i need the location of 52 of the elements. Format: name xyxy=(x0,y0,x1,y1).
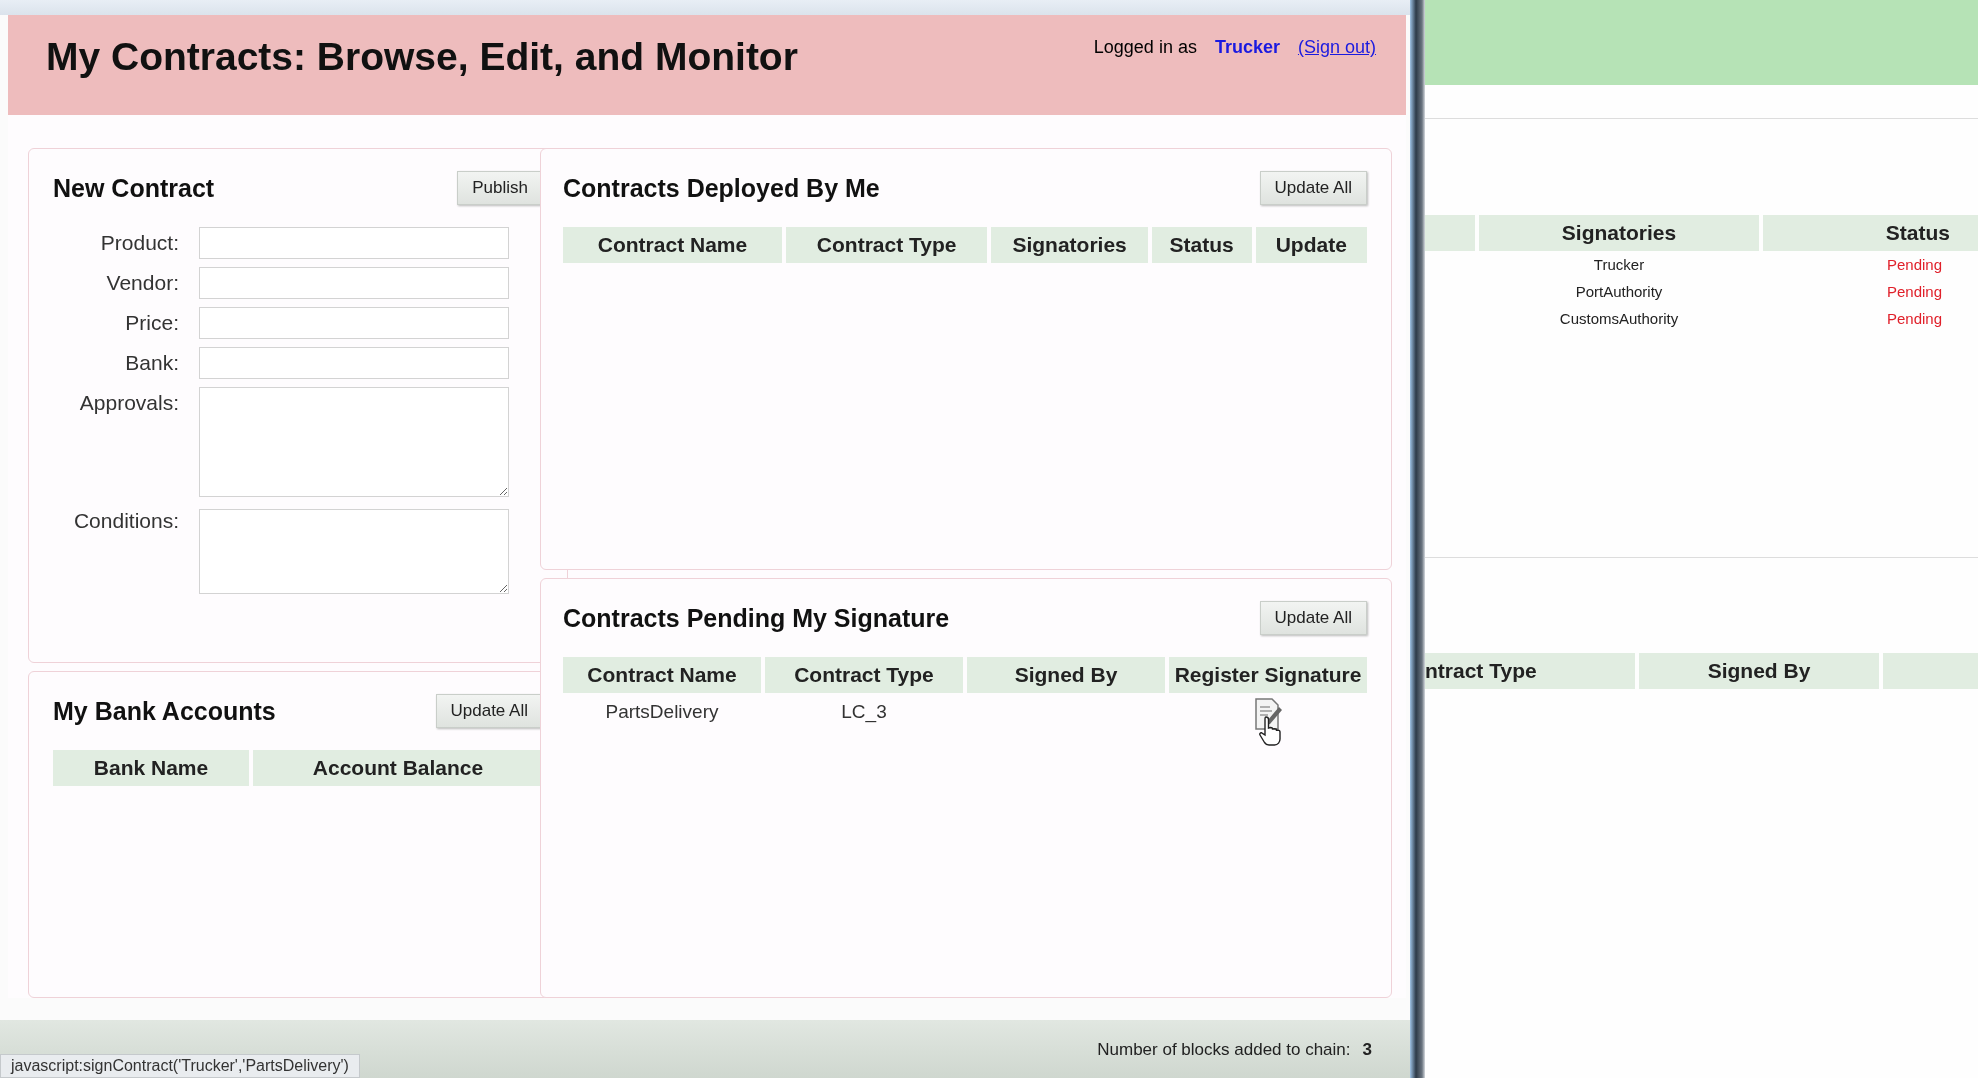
update-all-button[interactable]: Update All xyxy=(1259,601,1367,635)
input-field[interactable] xyxy=(199,227,509,259)
column-header: Update xyxy=(1255,227,1367,263)
publish-button[interactable]: Publish xyxy=(457,171,543,205)
username: Trucker xyxy=(1214,37,1280,58)
status-text: Pending xyxy=(1885,309,1943,329)
page-title: My Contracts: Browse, Edit, and Monitor xyxy=(46,35,798,79)
column-header: ntract Type xyxy=(1425,653,1635,689)
column-header: Signatories xyxy=(991,227,1148,263)
column-header: Register Signature xyxy=(1169,657,1367,693)
column-header: Bank Name xyxy=(53,750,249,786)
input-field[interactable] xyxy=(199,347,509,379)
status-text: Pending xyxy=(1885,255,1943,275)
column-header: Status xyxy=(1763,215,1978,251)
field-label: Product: xyxy=(99,230,179,255)
field-label: Approvals: xyxy=(78,390,179,415)
panel-title: New Contract xyxy=(53,173,215,203)
table-cell-text: CustomsAuthority xyxy=(1558,309,1680,329)
status-bar-url: javascript:signContract('Trucker','PartsDelivery') xyxy=(0,1054,360,1078)
sign-out-link[interactable]: (Sign out) xyxy=(1297,37,1376,58)
panel-title: Contracts Deployed By Me xyxy=(563,173,880,203)
column-header: Contract Type xyxy=(786,227,988,263)
field-label: Price: xyxy=(124,310,179,335)
status-text: Pending xyxy=(1885,282,1943,302)
text-area[interactable] xyxy=(199,509,509,594)
blocks-count: 3 xyxy=(1362,1040,1372,1060)
panel-title: My Bank Accounts xyxy=(53,696,276,726)
logged-in-label: Logged in as xyxy=(1093,37,1197,58)
update-all-button[interactable]: Update All xyxy=(1259,171,1367,205)
column-header: Signed By xyxy=(1639,653,1879,689)
hand-cursor-icon xyxy=(1258,715,1284,747)
field-label: Bank: xyxy=(124,350,179,375)
update-all-button[interactable]: Update All xyxy=(435,694,543,728)
column-header: Contract Name xyxy=(563,657,761,693)
input-field[interactable] xyxy=(199,307,509,339)
column-header: Status xyxy=(1151,227,1252,263)
text-area[interactable] xyxy=(199,387,509,497)
column-header: Signed By xyxy=(967,657,1165,693)
field-label: Vendor: xyxy=(105,270,179,295)
column-header xyxy=(1425,215,1475,251)
column-header: Contract Type xyxy=(765,657,963,693)
table-cell-text: PortAuthority xyxy=(1574,282,1664,302)
blocks-label: Number of blocks added to chain: xyxy=(1097,1040,1351,1060)
column-header: Account Balance xyxy=(253,750,543,786)
table-cell-text: LC_3 xyxy=(840,700,888,725)
column-header: Contract Name xyxy=(563,227,782,263)
input-field[interactable] xyxy=(199,267,509,299)
panel-title: Contracts Pending My Signature xyxy=(563,603,950,633)
column-header: Signatories xyxy=(1479,215,1759,251)
field-label: Conditions: xyxy=(72,508,179,533)
table-cell-text: PartsDelivery xyxy=(604,700,720,724)
table-cell-text: Trucker xyxy=(1592,255,1646,275)
